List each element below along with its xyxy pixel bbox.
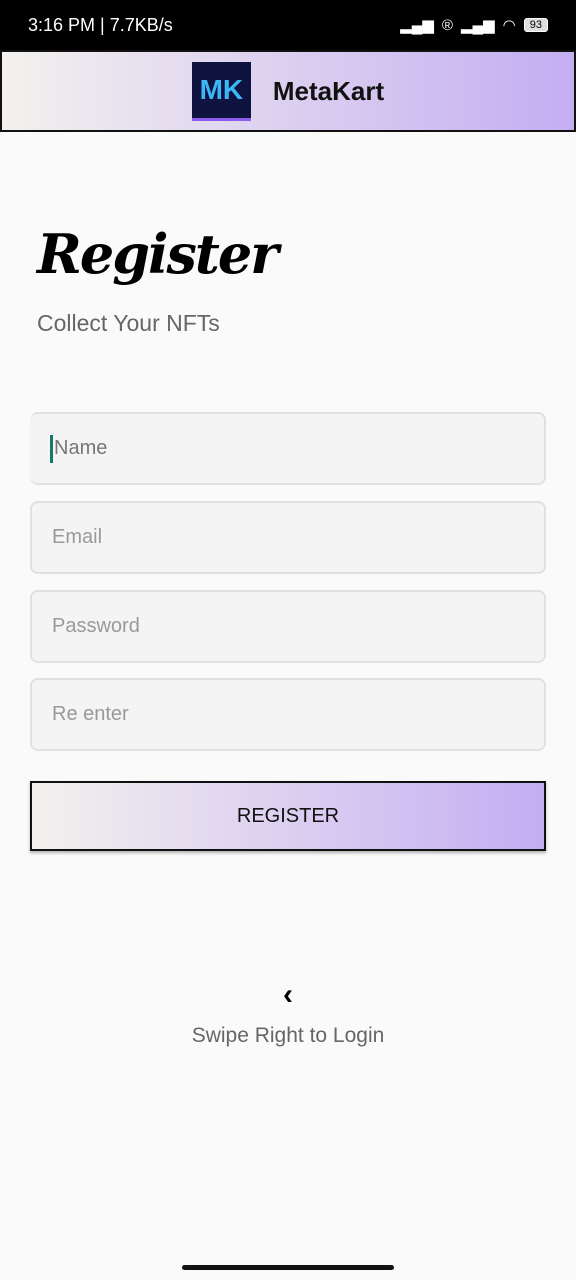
text-caret [50,434,53,463]
page-title: Register [37,222,279,286]
reenter-placeholder: Re enter [52,703,129,725]
app-logo: MK [191,61,251,121]
page-subtitle: Collect Your NFTs [37,310,220,336]
signal-icon: ▂▄▆ [400,17,434,34]
app-bar: MK MetaKart [0,50,576,132]
chevron-left-icon: ‹ [283,978,293,1011]
password-placeholder: Password [52,615,140,637]
name-input[interactable]: Name [30,412,546,485]
home-indicator[interactable] [182,1265,394,1270]
email-placeholder: Email [52,526,103,548]
signal-icon-2: ▂▄▆ [460,17,495,34]
status-bar: 3:16 PM | 7.7KB/s ▂▄▆ ® ▂▄▆ ◠ 93 [0,0,576,50]
wifi-icon: ◠ [502,17,516,34]
password-input[interactable]: Password [30,590,546,663]
status-time: 3:16 PM | 7.7KB/s [28,14,173,35]
status-icons: ▂▄▆ ® ▂▄▆ ◠ 93 [400,16,548,34]
roaming-icon: ® [441,16,453,34]
name-placeholder: Name [54,437,108,459]
battery-icon: 93 [523,18,548,32]
register-button[interactable]: REGISTER [30,781,546,851]
swipe-hint: Swipe Right to Login [191,1024,385,1047]
email-input[interactable]: Email [30,501,546,574]
reenter-password-input[interactable]: Re enter [30,678,546,751]
app-title: MetaKart [272,75,385,106]
